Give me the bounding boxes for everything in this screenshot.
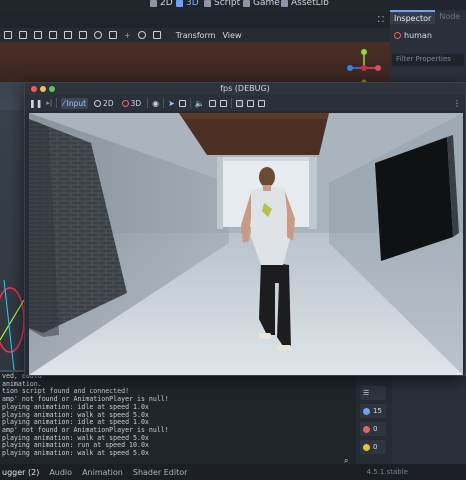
view-menu[interactable]: View	[223, 31, 242, 40]
view-3d-icon	[176, 0, 183, 7]
viewport-toolbar: + Transform View	[0, 28, 390, 42]
version-label: 4.5.1.stable	[366, 468, 408, 476]
tab-audio[interactable]: Audio	[49, 468, 72, 477]
game-window[interactable]: fps (DEBUG) ❚❚ ▸| ⁄ Input 2D 3D ◉ ➤ 🔈 ⋮	[24, 82, 466, 376]
bone-icon[interactable]	[79, 31, 87, 39]
next-frame-icon[interactable]: ▸|	[46, 99, 52, 107]
transform-menu[interactable]: Transform	[176, 31, 216, 40]
separator	[163, 98, 165, 108]
lock-icon[interactable]	[34, 31, 42, 39]
snap-icon[interactable]	[94, 31, 102, 39]
filter-log-button[interactable]: ☰	[360, 386, 386, 400]
right-dock-lower	[392, 372, 466, 464]
plus-icon[interactable]: +	[124, 31, 131, 40]
info-icon	[363, 407, 370, 415]
tab-node[interactable]: Node	[435, 10, 464, 24]
sun-icon[interactable]	[137, 31, 146, 39]
move-icon[interactable]	[208, 99, 216, 107]
game-window-titlebar[interactable]: fps (DEBUG)	[25, 83, 465, 95]
move-tool-icon[interactable]	[19, 31, 27, 39]
view-3d-icon	[121, 99, 129, 107]
bottom-panel-tabs: ugger (2) Audio Animation Shader Editor …	[0, 464, 466, 480]
filter-warnings-button[interactable]: 0	[360, 440, 386, 454]
input-toggle[interactable]: ⁄ Input	[61, 97, 89, 109]
mode-game[interactable]: Game	[243, 0, 280, 8]
visibility-icon[interactable]: ◉	[152, 99, 159, 108]
game-toolbar: ❚❚ ▸| ⁄ Input 2D 3D ◉ ➤ 🔈 ⋮	[25, 95, 465, 111]
local-space-icon[interactable]	[109, 31, 117, 39]
input-icon: ⁄	[63, 98, 65, 108]
view-2d-icon	[94, 99, 102, 107]
select-tool-icon[interactable]	[4, 31, 12, 39]
separator	[56, 98, 58, 108]
console-filters: ☰ 15 0 0	[356, 372, 392, 464]
mode-2d[interactable]: 2D	[150, 0, 173, 8]
pause-icon[interactable]: ❚❚	[29, 99, 42, 108]
select-arrow-icon[interactable]: ➤	[168, 99, 175, 108]
script-icon	[204, 0, 211, 7]
tab-inspector[interactable]: Inspector	[390, 10, 436, 24]
filter-info-button[interactable]: 15	[360, 404, 386, 418]
separator	[189, 98, 191, 108]
camera-override-icon[interactable]	[219, 99, 227, 107]
tab-debugger[interactable]: ugger (2)	[2, 468, 39, 477]
mode-assetlib[interactable]: AssetLib	[281, 0, 329, 8]
screen: { "editor": { "modes": [ {"label": "2D",…	[0, 0, 466, 480]
output-console: ved, could animation. tion script found …	[0, 372, 356, 464]
filter-properties-input[interactable]: Filter Properties	[392, 54, 464, 66]
environment-icon[interactable]	[152, 31, 161, 39]
assetlib-icon	[281, 0, 288, 7]
tab-animation[interactable]: Animation	[82, 468, 123, 477]
stretch-icon[interactable]	[257, 99, 265, 107]
options-menu-icon[interactable]: ⋮	[453, 99, 461, 108]
view-2d-toggle[interactable]: 2D	[92, 98, 116, 109]
mode-script[interactable]: Script	[204, 0, 240, 8]
game-icon	[243, 0, 250, 7]
view-3d-toggle[interactable]: 3D	[120, 98, 144, 109]
ruler-icon[interactable]	[64, 31, 72, 39]
separator	[230, 98, 232, 108]
ceiling-beam-edge	[179, 113, 329, 119]
node-name: human	[404, 30, 432, 40]
audio-icon[interactable]: 🔈	[195, 99, 205, 108]
node-icon	[394, 31, 401, 39]
console-line: playing animation: walk at speed 5.0x	[2, 449, 149, 458]
distraction-free-icon[interactable]: ⛶	[378, 15, 384, 25]
fit-icon[interactable]	[246, 99, 254, 107]
doorway-right-post	[309, 157, 317, 229]
scene-tabs-bar: ⛶	[0, 12, 390, 28]
game-viewport[interactable]	[29, 113, 463, 375]
separator	[147, 98, 149, 108]
list-select-icon[interactable]	[178, 99, 186, 107]
error-icon	[363, 425, 370, 433]
tab-shader-editor[interactable]: Shader Editor	[133, 468, 188, 477]
selected-node-gizmo	[0, 280, 25, 370]
group-icon[interactable]	[49, 31, 57, 39]
embed-icon[interactable]	[235, 99, 243, 107]
list-icon: ☰	[363, 389, 370, 397]
game-scene	[29, 113, 463, 375]
inspector-panel: Inspector Node human Filter Properties	[390, 10, 466, 92]
doorway-left-post	[217, 157, 223, 229]
inspector-node-row[interactable]: human	[390, 28, 466, 42]
warning-icon	[363, 443, 370, 451]
doorway-top	[221, 157, 309, 161]
game-window-title: fps (DEBUG)	[220, 84, 270, 93]
filter-errors-button[interactable]: 0	[360, 422, 386, 436]
view-2d-icon	[150, 0, 157, 7]
mode-3d[interactable]: 3D	[176, 0, 199, 8]
